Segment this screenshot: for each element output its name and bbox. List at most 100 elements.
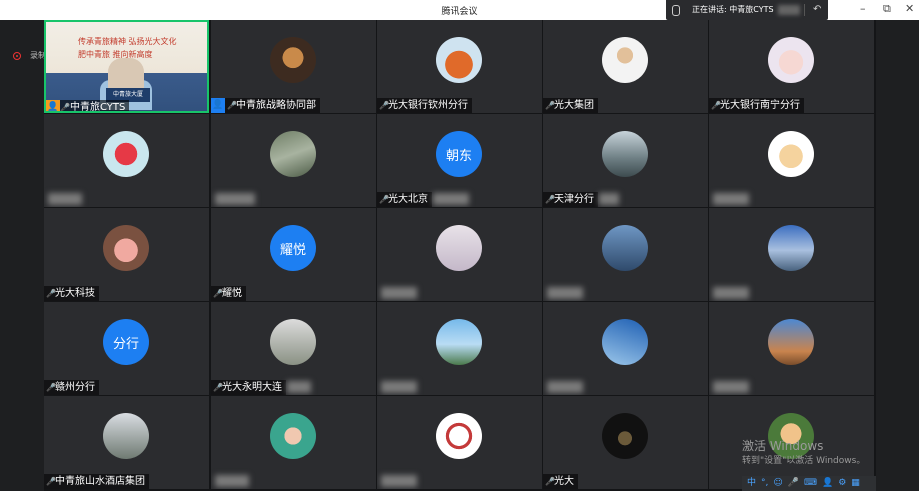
- participant-name: 🎤光大银行南宁分行: [709, 98, 804, 113]
- avatar: 分行: [103, 319, 149, 365]
- avatar: [270, 319, 316, 365]
- avatar: [768, 37, 814, 83]
- avatar: [436, 37, 482, 83]
- participant-name: 🎤光大永明大连: [211, 380, 286, 395]
- mic-icon: 🎤: [60, 103, 70, 112]
- mic-muted-icon: 🎤: [711, 101, 721, 110]
- avatar: [270, 131, 316, 177]
- blurred-name: [713, 287, 749, 299]
- avatar: 耀悦: [270, 225, 316, 271]
- participant-name: 👤 🎤中青旅战略协同部: [211, 98, 320, 113]
- mic-muted-icon: 🎤: [379, 195, 389, 204]
- tray-icon[interactable]: ⚙: [838, 476, 846, 491]
- participant-tile[interactable]: 🎤中青旅山水酒店集团: [44, 396, 209, 489]
- participant-name: 🎤赣州分行: [44, 380, 99, 395]
- participant-tile[interactable]: [377, 396, 542, 489]
- avatar: [602, 319, 648, 365]
- participant-tile[interactable]: 朝东 🎤光大北京: [377, 114, 542, 207]
- tray-icon[interactable]: ☺: [773, 476, 782, 491]
- system-tray: 中 °, ☺ 🎤 ⌨ 👤 ⚙ ▦: [742, 476, 876, 491]
- blurred-name: [778, 5, 800, 15]
- speaking-indicator[interactable]: 正在讲话: 中青旅CYTS ↶: [666, 0, 828, 20]
- avatar: [436, 225, 482, 271]
- participant-name: 🎤光大集团: [543, 98, 598, 113]
- participant-tile[interactable]: 🎤光大永明大连: [211, 302, 376, 395]
- avatar: [103, 131, 149, 177]
- avatar: [270, 37, 316, 83]
- participant-name: 🎤光大: [543, 474, 578, 489]
- avatar: [436, 413, 482, 459]
- participant-tile[interactable]: 🎤光大集团: [543, 20, 708, 113]
- participant-tile[interactable]: [211, 114, 376, 207]
- blurred-name: [433, 193, 469, 205]
- watermark-line1: 激活 Windows: [742, 439, 824, 453]
- mic-muted-icon: 🎤: [545, 477, 555, 486]
- mic-muted-icon: 🎤: [545, 101, 555, 110]
- speaking-text: 正在讲话: 中青旅CYTS: [692, 5, 774, 14]
- participant-tile[interactable]: [709, 114, 874, 207]
- participant-name: 🎤天津分行: [543, 192, 598, 207]
- blurred-name: [215, 475, 249, 487]
- participant-tile[interactable]: [44, 114, 209, 207]
- participant-tile[interactable]: [377, 208, 542, 301]
- participant-tile[interactable]: 🎤光大: [543, 396, 708, 489]
- blurred-name: [599, 193, 619, 205]
- mic-muted-icon: 🎤: [227, 101, 237, 110]
- participant-tile[interactable]: 🎤光大银行南宁分行: [709, 20, 874, 113]
- avatar: [602, 225, 648, 271]
- participant-tile[interactable]: 耀悦 🎤耀悦: [211, 208, 376, 301]
- participant-tile[interactable]: 🎤光大银行钦州分行: [377, 20, 542, 113]
- participant-tile[interactable]: [543, 208, 708, 301]
- avatar: [103, 413, 149, 459]
- blurred-name: [547, 381, 583, 393]
- tray-icon[interactable]: 👤: [822, 476, 833, 491]
- restore-button[interactable]: ⧉: [883, 2, 891, 16]
- cohost-icon: 👤: [211, 98, 225, 113]
- participant-name: 🎤光大北京: [377, 192, 432, 207]
- participant-tile[interactable]: [543, 302, 708, 395]
- tray-icon[interactable]: ▦: [851, 476, 860, 491]
- divider: [804, 4, 805, 16]
- blurred-name: [547, 287, 583, 299]
- mic-muted-icon: 🎤: [213, 289, 223, 298]
- avatar: [768, 319, 814, 365]
- participant-name: 🎤光大科技: [44, 286, 99, 301]
- tray-icon[interactable]: 中: [747, 476, 756, 491]
- mic-muted-icon: 🎤: [46, 289, 56, 298]
- avatar: [602, 413, 648, 459]
- avatar: 朝东: [436, 131, 482, 177]
- host-icon: 👤: [46, 100, 60, 111]
- participant-tile[interactable]: 🎤天津分行: [543, 114, 708, 207]
- tray-icon[interactable]: 🎤: [788, 476, 799, 491]
- participant-tile[interactable]: 传承青旅精神 弘扬光大文化 肥中青旅 推向新高度 中青旅大厦 👤🎤中青旅CYTS: [44, 20, 209, 113]
- blurred-name: [287, 381, 311, 393]
- participant-tile[interactable]: 👤 🎤中青旅战略协同部: [211, 20, 376, 113]
- blurred-name: [381, 287, 417, 299]
- blurred-name: [48, 193, 82, 205]
- title-bar: 腾讯会议 正在讲话: 中青旅CYTS ↶ – ⧉ ✕: [0, 0, 919, 20]
- tray-icon[interactable]: °,: [761, 476, 768, 491]
- avatar: [602, 37, 648, 83]
- participant-tile[interactable]: [709, 208, 874, 301]
- tray-icon[interactable]: ⌨: [804, 476, 817, 491]
- participant-name: 👤🎤中青旅CYTS: [46, 100, 130, 112]
- avatar: [768, 225, 814, 271]
- participant-tile[interactable]: [211, 396, 376, 489]
- close-button[interactable]: ✕: [905, 2, 914, 15]
- participant-tile[interactable]: [709, 302, 874, 395]
- participant-tile[interactable]: 🎤光大科技: [44, 208, 209, 301]
- participant-name: 🎤光大银行钦州分行: [377, 98, 472, 113]
- mic-muted-icon: 🎤: [213, 383, 223, 392]
- participant-name: 🎤中青旅山水酒店集团: [44, 474, 149, 489]
- avatar: [602, 131, 648, 177]
- watermark-line2: 转到"设置"以激活 Windows。: [742, 456, 866, 466]
- banner-text: 传承青旅精神 弘扬光大文化: [78, 37, 177, 46]
- blurred-name: [215, 193, 255, 205]
- back-icon[interactable]: ↶: [813, 0, 821, 20]
- mic-muted-icon: 🎤: [379, 101, 389, 110]
- avatar: [436, 319, 482, 365]
- minimize-button[interactable]: –: [860, 2, 866, 15]
- record-icon[interactable]: [13, 52, 21, 60]
- participant-tile[interactable]: [377, 302, 542, 395]
- participant-tile[interactable]: 分行 🎤赣州分行: [44, 302, 209, 395]
